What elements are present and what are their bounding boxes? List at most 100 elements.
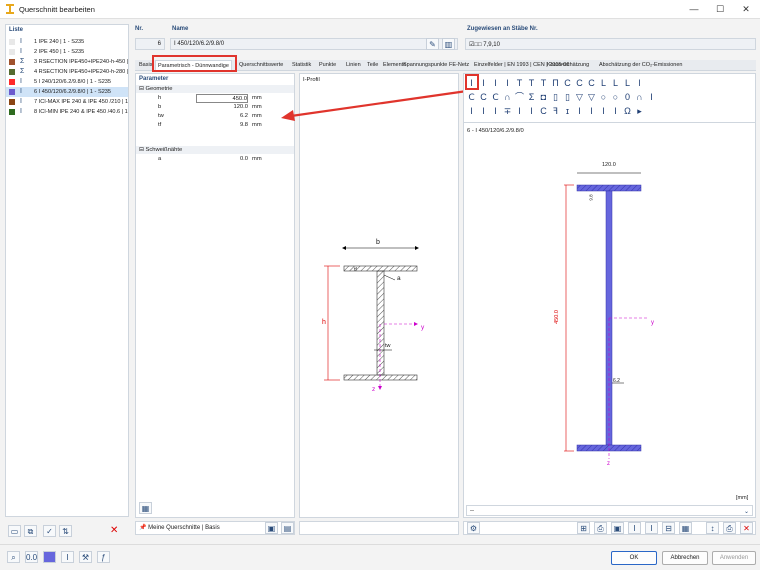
shape-type-icon[interactable]: П [550,77,561,89]
shape-type-icon[interactable]: C [574,77,585,89]
new-section-icon[interactable]: ▭ [8,525,21,537]
print-icon[interactable]: ⎙ [594,522,607,534]
shape-type-icon[interactable]: I [598,105,609,117]
print-graphic-icon[interactable]: ⎙ [723,522,736,534]
shape-type-icon[interactable]: 0 [622,91,633,103]
shape-type-icon[interactable]: ○ [598,91,609,103]
minimize-button[interactable]: — [684,2,704,16]
tab-2[interactable]: Querschnittswerte [237,60,285,71]
copy-section-icon[interactable]: ⧉ [24,525,37,537]
shape-type-icon[interactable]: L [622,77,633,89]
units-icon[interactable]: 0.0 [25,551,38,563]
search-icon[interactable]: ⌕ [7,551,20,563]
shape-type-icon[interactable]: C [562,77,573,89]
tab-12[interactable]: Abschätzung der CO₂-Emissionen [597,60,684,71]
shape-type-icon[interactable]: C [586,77,597,89]
shape-type-icon[interactable]: L [598,77,609,89]
dimension-icon[interactable]: ↕ [706,522,719,534]
shape-type-icon[interactable]: ▯ [562,91,573,103]
geometry-group[interactable]: ⊟ Geometrie [139,85,173,93]
shape-type-icon[interactable]: ⌒ [514,91,525,103]
weld-a-value[interactable]: 0.0 [196,155,248,163]
list-item[interactable]: Σ 4 RSECTION IPE450+IPE240-h-280 | 1 [6,67,128,77]
shape-type-icon[interactable]: T [538,77,549,89]
shape-type-icon[interactable]: C [538,105,549,117]
section-view2-icon[interactable]: I [645,522,658,534]
info-icon[interactable]: ▦ [139,502,152,514]
save-library-icon[interactable]: ▣ [265,522,278,534]
list-item[interactable]: I 8 ICI-MIN IPE 240 & IPE 450 /40.6 | 1 - [6,107,128,117]
shape-type-icon[interactable]: I [478,77,489,89]
shape-type-icon[interactable]: ▽ [574,91,585,103]
shape-type-icon[interactable]: I [610,105,621,117]
shape-type-icon[interactable]: I [466,105,477,117]
table-icon[interactable]: ▦ [679,522,692,534]
shape-type-icon[interactable]: ▽ [586,91,597,103]
shape-type-icon[interactable]: I [526,105,537,117]
nr-field[interactable]: 6 [135,38,165,50]
shape-type-icon[interactable]: ∓ [502,105,513,117]
apply-button[interactable]: Anwenden [712,551,756,565]
ok-button[interactable]: OK [611,551,657,565]
assigned-field[interactable]: ☑□□ 7,9,10 [465,38,756,50]
tab-3[interactable]: Statistik [290,60,313,71]
maximize-button[interactable]: ☐ [710,2,730,16]
shape-type-icon[interactable]: I [490,77,501,89]
shape-type-icon[interactable]: I [478,105,489,117]
shape-type-icon[interactable]: I [574,105,585,117]
shape-type-icon[interactable]: L [610,77,621,89]
library-icon[interactable]: ▥ [442,38,455,50]
edit-name-icon[interactable]: ✎ [426,38,439,50]
tab-9[interactable]: FE-Netz [447,60,471,71]
preview-dropdown[interactable]: -- ⌄ [466,505,753,516]
list-item[interactable]: Σ 3 RSECTION IPE450+IPE240-h-450 | 1 [6,57,128,67]
shape-type-icon[interactable]: ꟻ [550,105,561,117]
tab-4[interactable]: Punkte [317,60,338,71]
display-icon[interactable]: ⊞ [577,522,590,534]
shape-type-icon[interactable]: Ⅽ [490,91,501,103]
view-icon[interactable]: ▣ [611,522,624,534]
load-library-icon[interactable]: ▤ [281,522,294,534]
delete-icon[interactable]: ✕ [110,525,118,536]
tab-6[interactable]: Teile [365,60,380,71]
shape-type-icon[interactable]: ɪ [562,105,573,117]
section-view-icon[interactable]: I [628,522,641,534]
shape-type-icon[interactable]: T [526,77,537,89]
formula-icon[interactable]: ƒ [97,551,110,563]
reset-icon[interactable]: ✕ [740,522,753,534]
list-item[interactable]: I 6 I 450/120/6.2/9.8/0 | 1 - S235 [6,87,128,97]
shape-type-icon[interactable]: ∩ [502,91,513,103]
name-field[interactable]: I 450/120/6.2/9.8/0 [170,38,458,50]
shape-type-icon[interactable]: I [646,91,657,103]
cancel-button[interactable]: Abbrechen [662,551,708,565]
list-item[interactable]: I 7 ICI-MAX IPE 240 & IPE 450 /210 | 1 - [6,97,128,107]
list-item[interactable]: I 2 IPE 450 | 1 - S235 [6,47,128,57]
shape-type-icon[interactable]: Σ [526,91,537,103]
shape-type-icon[interactable]: I [586,105,597,117]
shape-type-icon[interactable]: I [502,77,513,89]
shape-type-icon[interactable]: Ⅽ [466,91,477,103]
welds-group[interactable]: ⊟ Schweißnähte [139,146,182,154]
list-item[interactable]: I 5 I 240/120/6.2/9.8/0 | 1 - S235 [6,77,128,87]
tools-icon[interactable]: ⚒ [79,551,92,563]
tab-5[interactable]: Linien [344,60,363,71]
shape-type-icon[interactable]: ▯ [550,91,561,103]
check-icon[interactable]: ✓ [43,525,56,537]
shape-type-icon[interactable]: I [490,105,501,117]
param-value-tw[interactable]: 6.2 [196,112,248,120]
param-value-tf[interactable]: 9.8 [196,121,248,129]
renumber-icon[interactable]: ⇅ [59,525,72,537]
shape-type-icon[interactable]: Ω [622,105,633,117]
section-info-icon[interactable]: I [61,551,74,563]
shape-type-icon[interactable]: ◘ [538,91,549,103]
graphics-settings-icon[interactable]: ⚙ [467,522,480,534]
param-value-h[interactable]: 450.0 [196,94,248,103]
shape-type-icon[interactable]: T [514,77,525,89]
color-icon[interactable] [43,551,56,563]
list-item[interactable]: I 1 IPE 240 | 1 - S235 [6,37,128,47]
shape-type-icon[interactable]: ▸ [634,105,645,117]
tab-11[interactable]: Kostenschätzung [545,60,591,71]
tab-8[interactable]: Spannungspunkte [401,60,449,71]
shape-type-icon[interactable]: ○ [610,91,621,103]
shape-type-icon[interactable]: I [514,105,525,117]
